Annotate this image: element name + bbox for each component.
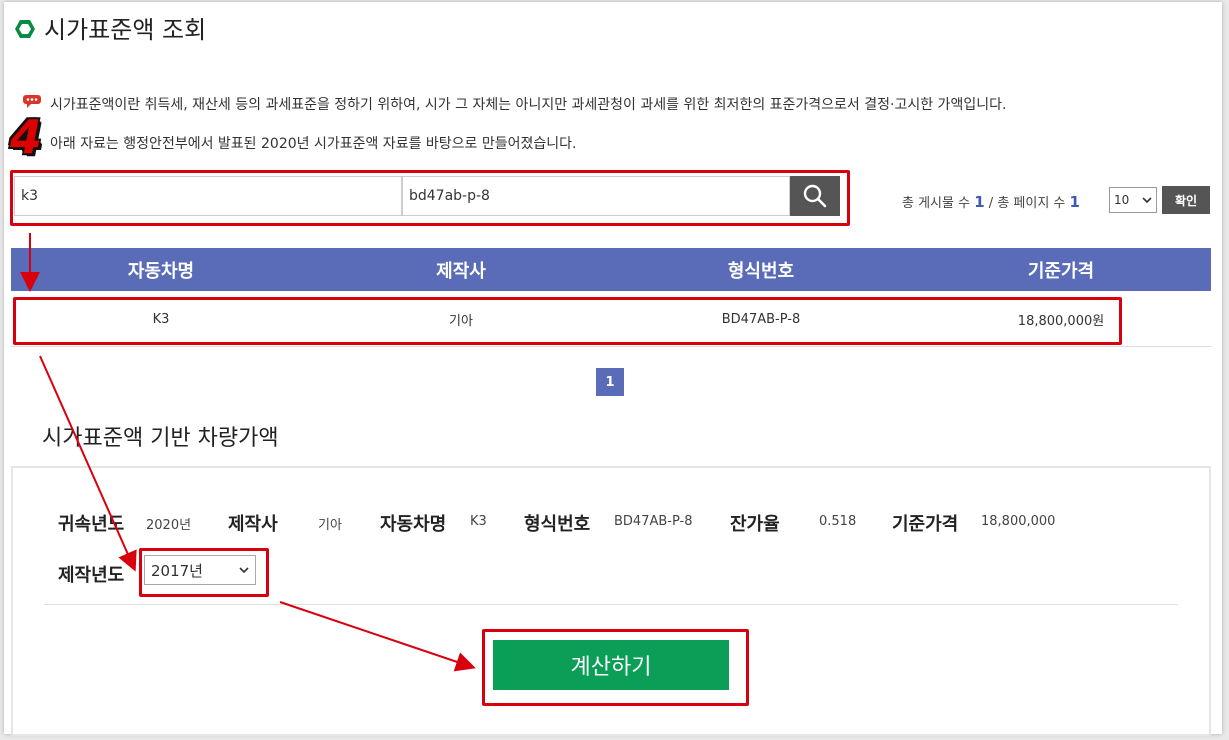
confirm-button[interactable]: 확인 bbox=[1162, 186, 1210, 214]
model-code-label: 형식번호 bbox=[524, 514, 591, 535]
model-search-input[interactable]: k3 bbox=[14, 176, 402, 216]
page-size-value: 10 bbox=[1114, 193, 1130, 207]
section-title: 시가표준액 기반 차량가액 bbox=[42, 426, 279, 451]
notice-definition: 시가표준액이란 취득세, 재산세 등의 과세표준을 정하기 위하여, 시가 그 … bbox=[50, 97, 1007, 113]
page-title: 시가표준액 조회 bbox=[44, 16, 207, 44]
calc-highlight-box bbox=[482, 629, 749, 706]
header-base-price: 기준가격 bbox=[1027, 260, 1095, 282]
divider bbox=[44, 604, 1178, 605]
meta-separator: / bbox=[988, 196, 994, 211]
model-code-value: BD47AB-P-8 bbox=[614, 514, 693, 529]
year-highlight-box bbox=[139, 548, 269, 597]
table-header: 자동차명 제작사 형식번호 기준가격 bbox=[11, 248, 1211, 291]
car-name-value: K3 bbox=[470, 514, 487, 529]
residual-rate-value: 0.518 bbox=[819, 514, 857, 529]
header-car-name: 자동차명 bbox=[127, 260, 195, 282]
page-size-select[interactable]: 10 bbox=[1109, 187, 1157, 213]
result-count: 총 게시물 수 1 / 총 페이지 수 1 bbox=[902, 192, 1080, 211]
search-button[interactable] bbox=[790, 176, 840, 216]
search-icon bbox=[803, 184, 827, 208]
total-posts-label: 총 게시물 수 bbox=[902, 196, 971, 211]
row-highlight-box bbox=[13, 297, 1122, 345]
header-model-code: 형식번호 bbox=[727, 260, 795, 282]
total-pages-count: 1 bbox=[1069, 193, 1080, 211]
maker-label: 제작사 bbox=[228, 514, 278, 535]
residual-rate-label: 잔가율 bbox=[730, 514, 780, 535]
year-value: 2020년 bbox=[146, 518, 192, 533]
code-search-input[interactable]: bd47ab-p-8 bbox=[402, 176, 790, 216]
notice-source: 아래 자료는 행정안전부에서 발표된 2020년 시가표준액 자료를 바탕으로 … bbox=[50, 136, 577, 152]
header-maker: 제작사 bbox=[436, 260, 486, 282]
chevron-down-icon bbox=[1142, 197, 1152, 204]
hexagon-icon bbox=[15, 20, 35, 38]
step-number-badge: 4 bbox=[10, 110, 43, 164]
base-price-value: 18,800,000 bbox=[981, 514, 1056, 529]
speech-bubble-icon bbox=[23, 95, 41, 108]
maker-value: 기아 bbox=[318, 518, 342, 533]
base-price-label: 기준가격 bbox=[892, 514, 959, 535]
car-name-label: 자동차명 bbox=[380, 514, 447, 535]
total-pages-label: 총 페이지 수 bbox=[997, 196, 1066, 211]
year-label: 귀속년도 bbox=[58, 514, 125, 535]
total-posts-count: 1 bbox=[974, 193, 985, 211]
page-button-1[interactable]: 1 bbox=[596, 368, 624, 396]
made-year-label: 제작년도 bbox=[58, 565, 125, 586]
